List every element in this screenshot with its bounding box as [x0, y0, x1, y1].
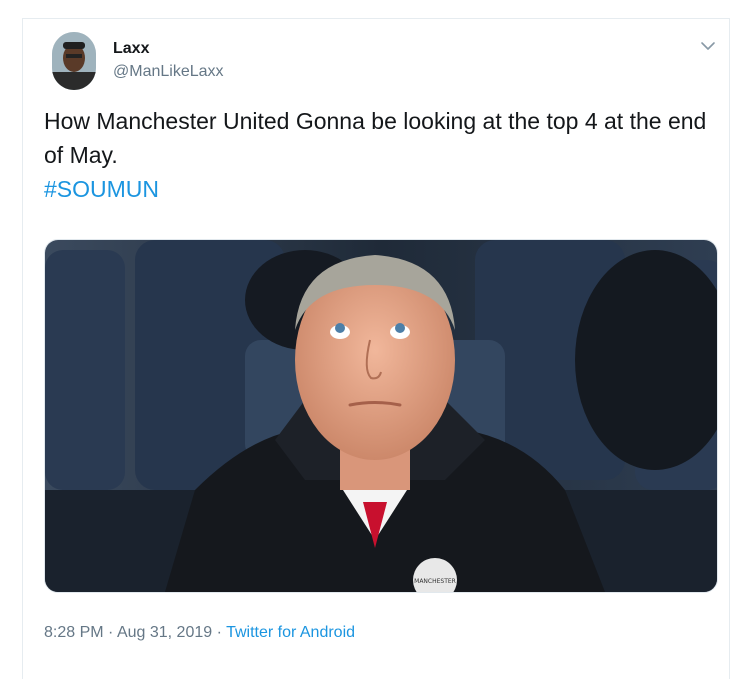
meta-separator: ·	[216, 624, 222, 641]
tweet-media-photo[interactable]: MANCHESTER	[44, 239, 718, 593]
tweet-source-link[interactable]: Twitter for Android	[226, 624, 355, 641]
avatar[interactable]	[52, 32, 96, 90]
tweet-date[interactable]: Aug 31, 2019	[117, 624, 212, 641]
meta-separator: ·	[108, 624, 114, 641]
tweet-text: How Manchester United Gonna be looking a…	[44, 104, 724, 206]
photo-image: MANCHESTER	[45, 240, 717, 592]
tweet-meta: 8:28 PM · Aug 31, 2019 · Twitter for And…	[44, 624, 355, 642]
tweet-body: How Manchester United Gonna be looking a…	[44, 108, 707, 168]
author-display-name[interactable]: Laxx	[113, 40, 149, 58]
tweet-time[interactable]: 8:28 PM	[44, 624, 104, 641]
chevron-down-icon[interactable]	[700, 38, 716, 54]
author-handle[interactable]: @ManLikeLaxx	[113, 63, 224, 81]
hashtag-link[interactable]: #SOUMUN	[44, 176, 159, 202]
avatar-image	[52, 32, 96, 90]
badge-text: MANCHESTER	[414, 578, 456, 585]
